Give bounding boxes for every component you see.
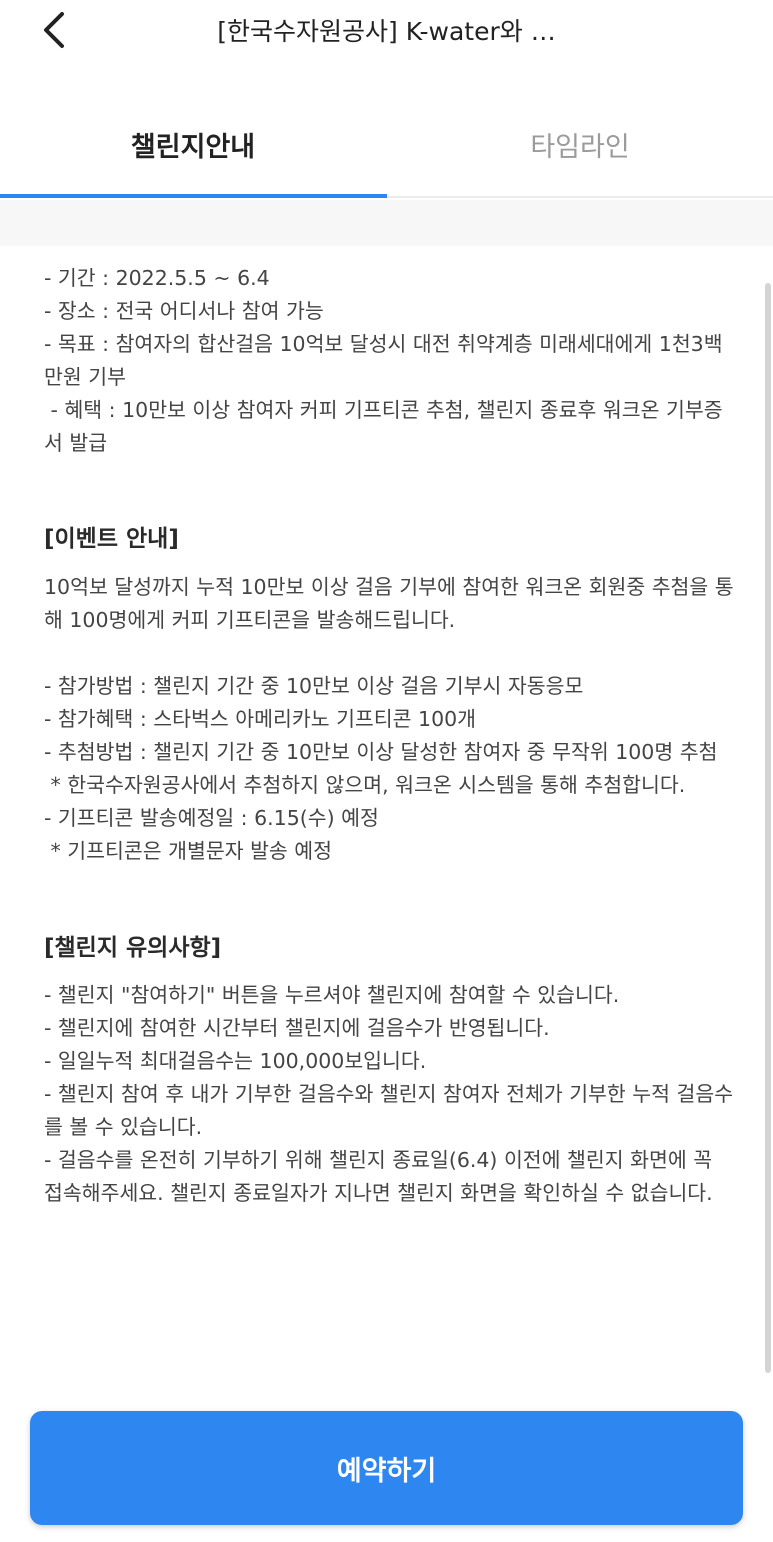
content-scrollbar[interactable] (765, 283, 771, 1373)
tab-bar: 챌린지안내 타임라인 (0, 92, 773, 198)
event-description-text: 10억보 달성까지 누적 10만보 이상 걸음 기부에 참여한 워크온 회원중 … (44, 575, 734, 632)
back-button[interactable] (30, 6, 78, 54)
notice-details-text: - 챌린지 "참여하기" 버튼을 누르셔야 챌린지에 참여할 수 있습니다. -… (44, 983, 734, 1205)
app-header: [한국수자원공사] K-water와 … (0, 0, 773, 64)
chevron-left-icon (44, 12, 64, 48)
section-divider (0, 200, 773, 246)
active-tab-indicator (0, 194, 387, 198)
event-section-title: [이벤트 안내] (44, 526, 179, 552)
page-title: [한국수자원공사] K-water와 … (217, 17, 556, 46)
challenge-summary-text: - 기간 : 2022.5.5 ~ 6.4 - 장소 : 전국 어디서나 참여 … (44, 266, 723, 455)
event-details-text: - 참가방법 : 챌린지 기간 중 10만보 이상 걸음 기부시 자동응모 - … (44, 674, 718, 863)
reserve-button[interactable]: 예약하기 (30, 1411, 743, 1525)
challenge-description: - 기간 : 2022.5.5 ~ 6.4 - 장소 : 전국 어디서나 참여 … (44, 262, 734, 1210)
tab-timeline[interactable]: 타임라인 (387, 92, 773, 196)
notice-section-title: [챌린지 유의사항] (44, 935, 222, 961)
tab-challenge-guide[interactable]: 챌린지안내 (0, 92, 386, 196)
